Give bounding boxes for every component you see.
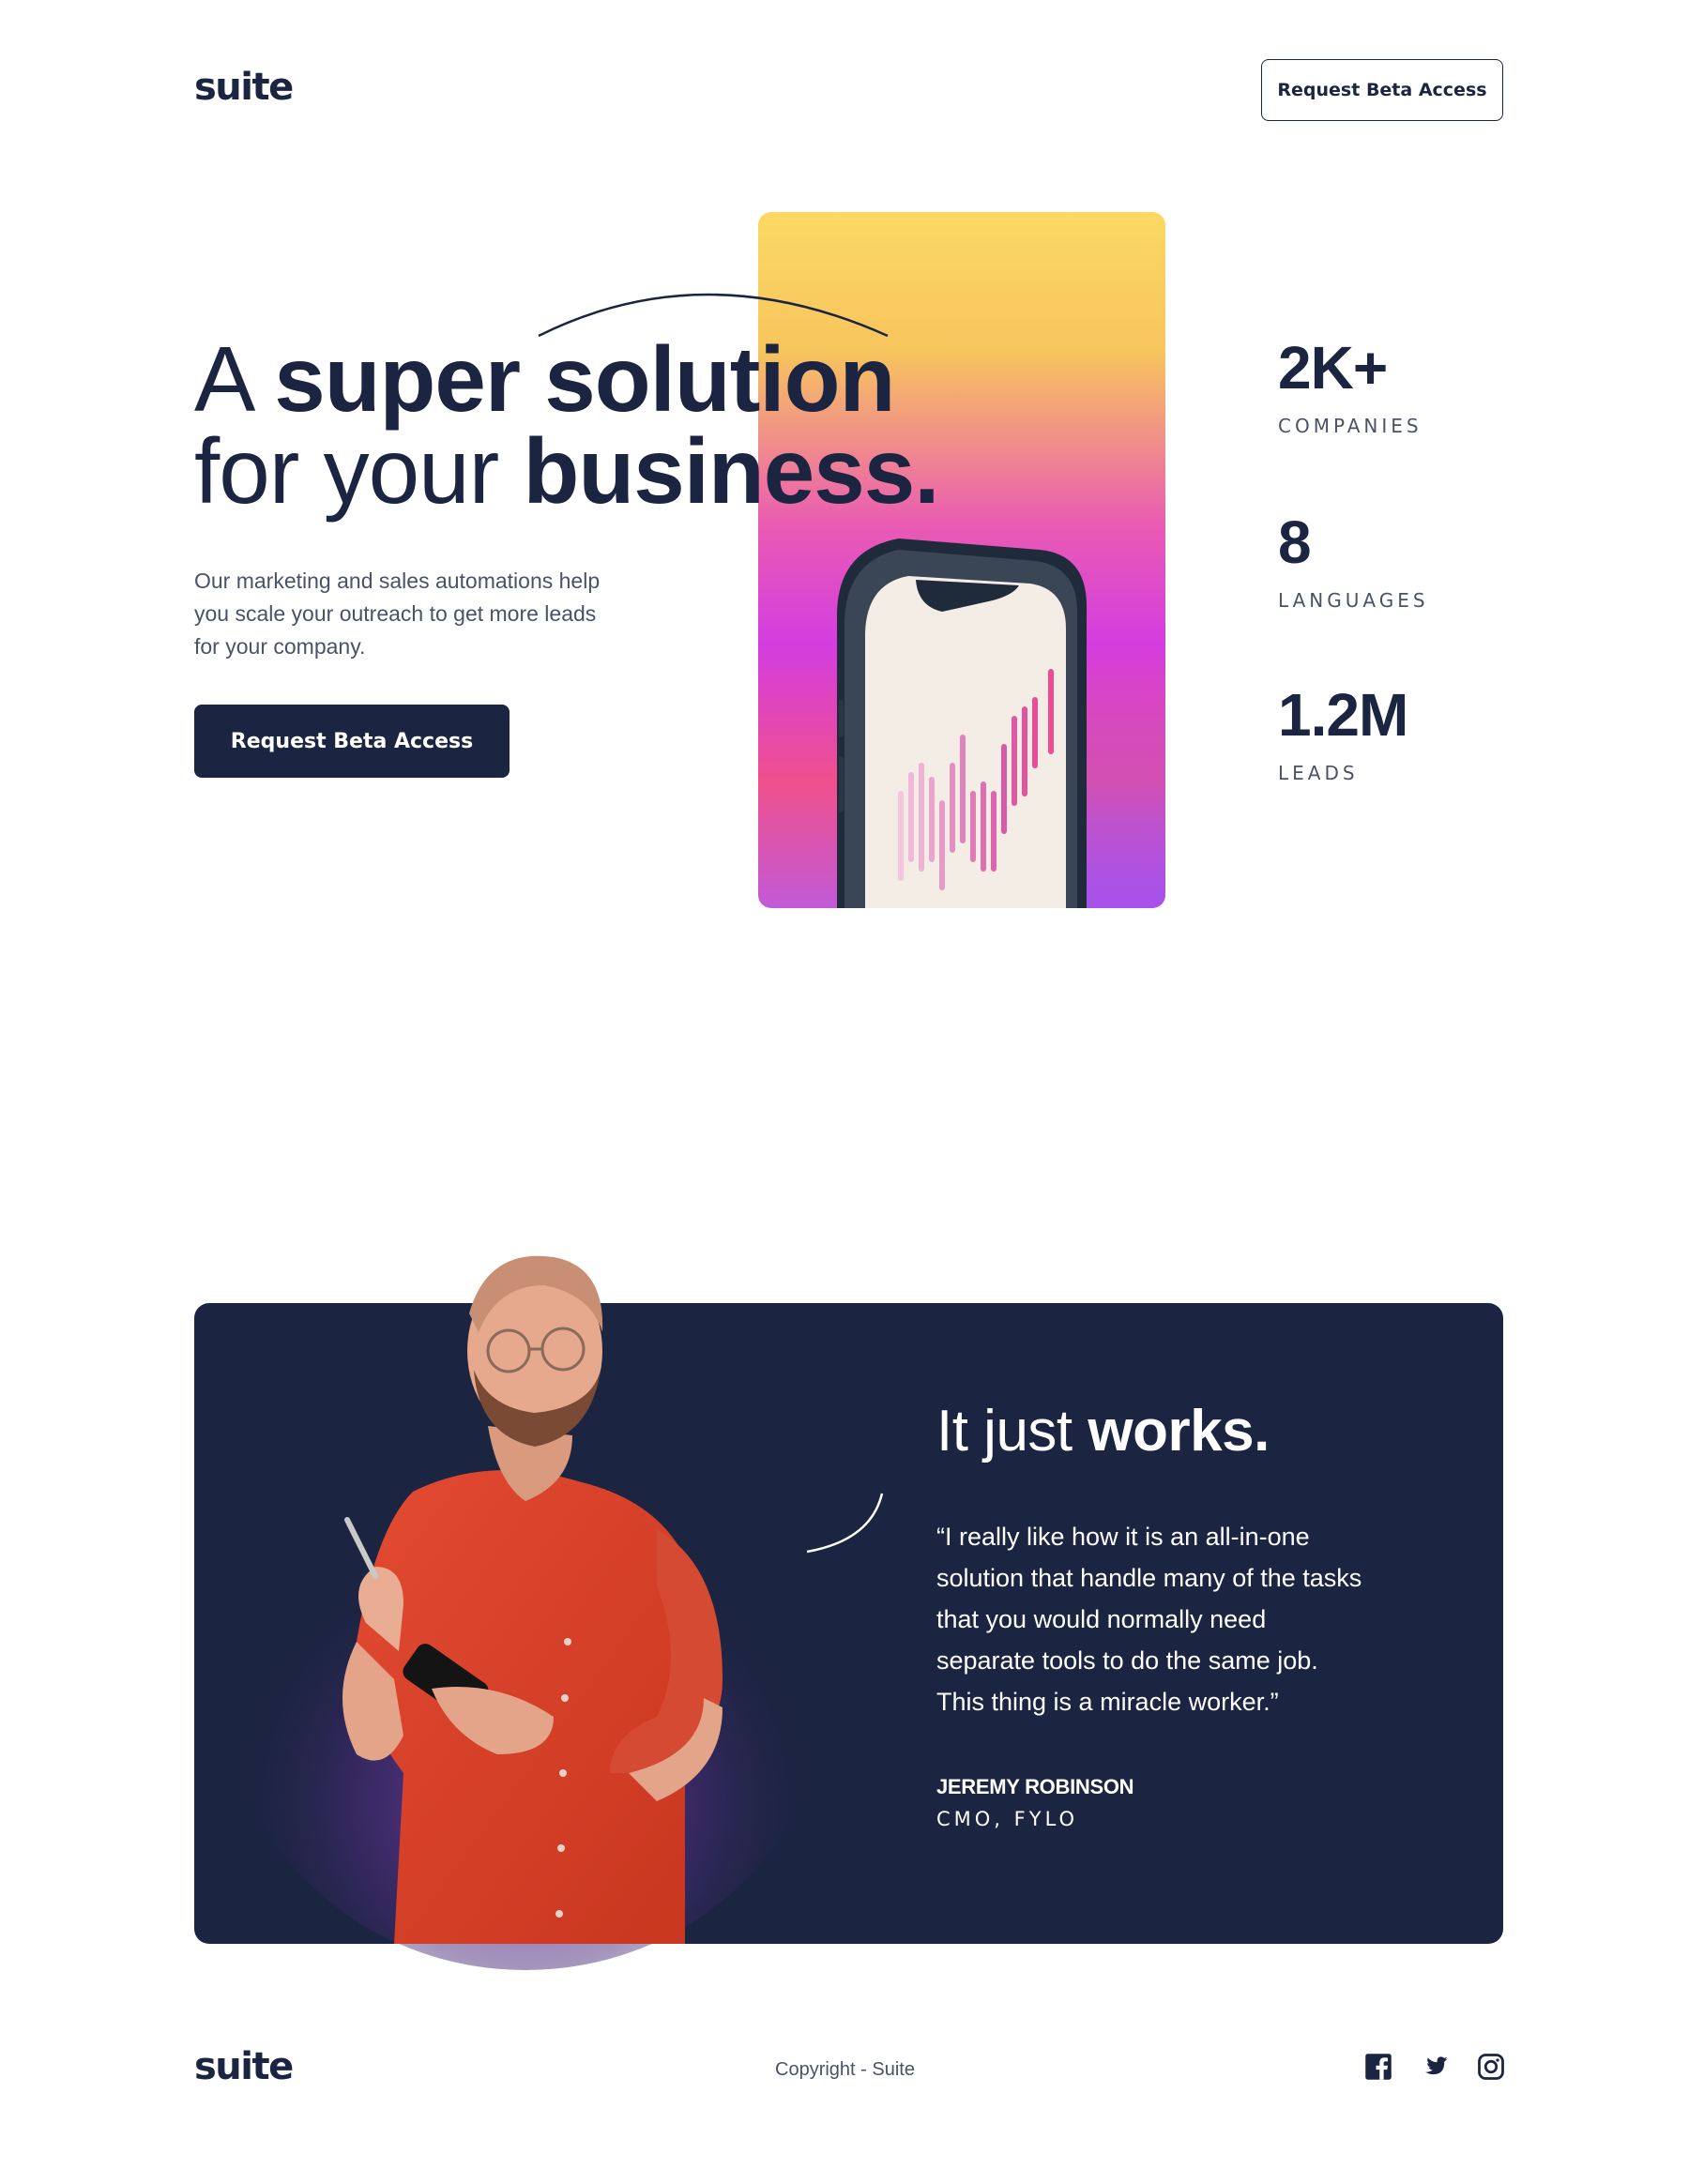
instagram-icon[interactable] (1477, 2053, 1505, 2081)
twitter-icon[interactable] (1421, 2053, 1449, 2081)
stat-companies: 2K+ COMPANIES (1278, 338, 1423, 437)
testimonial-person-photo (225, 1255, 826, 1970)
stat-value: 2K+ (1278, 334, 1388, 402)
stat-value: 1.2M (1278, 681, 1408, 749)
testimonial-author-role: CMO, FYLO (936, 1808, 1079, 1830)
testimonial-title-bold: works. (1088, 1399, 1270, 1464)
footer-copyright: Copyright - Suite (775, 2059, 915, 2080)
stat-leads: 1.2M LEADS (1278, 681, 1408, 784)
testimonial-author-name: JEREMY ROBINSON (936, 1775, 1134, 1798)
testimonial-title: It just works. (936, 1398, 1270, 1464)
footer-logo[interactable]: suite (194, 2045, 294, 2088)
hero-request-access-button[interactable]: Request Beta Access (194, 705, 510, 778)
hero-description: Our marketing and sales automations help… (194, 569, 601, 659)
hero-title: A super solution for your business. (194, 333, 940, 517)
testimonial-decorative-arc (806, 1493, 884, 1554)
stat-value: 8 (1278, 508, 1312, 576)
header-request-access-button[interactable]: Request Beta Access (1261, 59, 1503, 121)
testimonial-quote: “I really like how it is an all-in-one s… (936, 1523, 1362, 1716)
stat-languages: 8 LANGUAGES (1278, 512, 1429, 612)
header-logo[interactable]: suite (194, 66, 294, 109)
hero-decorative-arc (538, 293, 889, 338)
stat-label: LEADS (1278, 762, 1359, 784)
hero-title-thin-1: A (194, 327, 275, 431)
hero-title-bold-2: business. (523, 419, 939, 523)
hero-title-thin-2: for your (194, 419, 524, 523)
facebook-icon[interactable] (1364, 2053, 1392, 2081)
stat-label: COMPANIES (1278, 415, 1423, 437)
stat-label: LANGUAGES (1278, 589, 1429, 612)
testimonial-title-thin: It just (936, 1399, 1088, 1464)
footer-social-links (1364, 2053, 1505, 2081)
